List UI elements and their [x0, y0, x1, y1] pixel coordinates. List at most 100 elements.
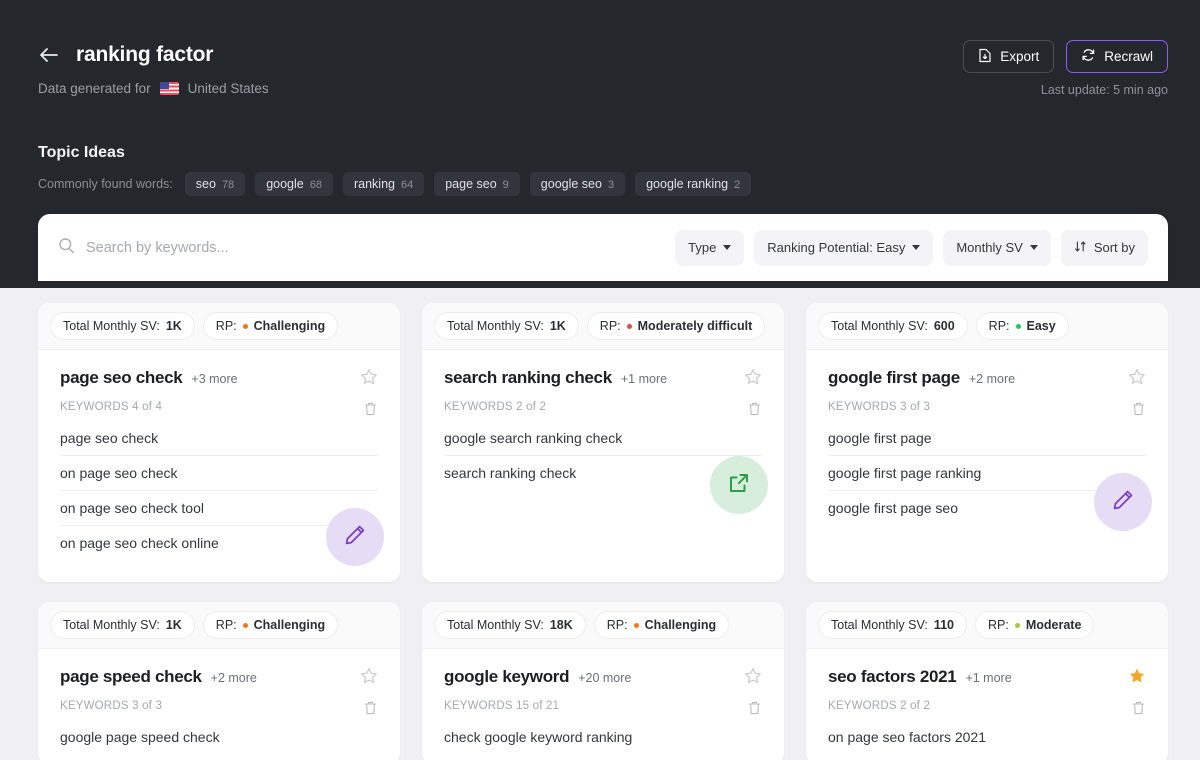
keyword-item[interactable]: on page seo check [60, 456, 378, 491]
topic-chip[interactable]: google seo3 [530, 172, 625, 196]
edit-card-button[interactable] [1094, 473, 1152, 531]
favorite-star-icon[interactable] [360, 667, 378, 690]
external-link-icon [727, 471, 751, 500]
delete-icon[interactable] [1131, 401, 1146, 422]
topic-chip[interactable]: google ranking2 [635, 172, 751, 196]
topic-chip[interactable]: page seo 9 [434, 172, 520, 196]
open-card-button[interactable] [710, 456, 768, 514]
keywords-count-row: KEYWORDS 2 of 2 [828, 700, 1146, 712]
card-title: google first page [828, 368, 960, 388]
delete-icon[interactable] [363, 700, 378, 721]
topic-chip-count: 9 [503, 173, 509, 197]
monthly-sv-value: 1K [166, 618, 182, 632]
card-header: Total Monthly SV:1KRP:Challenging [38, 602, 400, 649]
monthly-sv-value: 110 [934, 618, 954, 632]
topic-chip-count: 68 [310, 173, 322, 197]
keywords-count-row: KEYWORDS 3 of 3 [60, 700, 378, 712]
keyword-item[interactable]: google page speed check [60, 720, 378, 754]
ranking-potential-pill: RP:Challenging [204, 313, 337, 339]
arrow-left-icon[interactable] [38, 44, 60, 66]
filter-type[interactable]: Type [675, 230, 744, 266]
keyword-item[interactable]: on page seo factors 2021 [828, 720, 1146, 754]
monthly-sv-pill: Total Monthly SV: 110 [819, 612, 966, 638]
topic-chip-word: google seo [541, 172, 602, 196]
card-title: search ranking check [444, 368, 612, 388]
card-title-row: page speed check+2 more [60, 667, 378, 687]
export-button[interactable]: Export [963, 40, 1054, 73]
ranking-potential-pill: RP: Moderate [976, 612, 1093, 638]
topic-chip-word: page seo [445, 172, 496, 196]
search-filter-bar: Type Ranking Potential: Easy Monthly SV Sor… [38, 214, 1168, 281]
rp-value: Moderate [1026, 618, 1082, 632]
monthly-sv-value: 1K [550, 319, 566, 333]
delete-icon[interactable] [1131, 700, 1146, 721]
filter-label: Type [688, 240, 716, 255]
rp-status-dot [1016, 324, 1021, 329]
monthly-sv-label: Total Monthly SV: [63, 319, 160, 333]
filter-monthly-sv[interactable]: Monthly SV [943, 230, 1050, 266]
monthly-sv-value: 1K [166, 319, 182, 333]
edit-card-button[interactable] [326, 508, 384, 566]
card-more-count[interactable]: +1 more [965, 671, 1011, 685]
favorite-star-icon[interactable] [744, 667, 762, 690]
monthly-sv-label: Total Monthly SV: [831, 618, 928, 632]
rp-status-dot [243, 324, 248, 329]
rp-status-dot [1015, 623, 1020, 628]
favorite-star-icon[interactable] [1128, 368, 1146, 391]
rp-label: RP: [989, 319, 1010, 333]
rp-label: RP: [988, 618, 1009, 632]
keyword-item[interactable]: check google keyword ranking [444, 720, 762, 754]
keyword-item[interactable]: google first page [828, 421, 1146, 456]
monthly-sv-pill: Total Monthly SV: 18K [435, 612, 585, 638]
card-title-row: page seo check+3 more [60, 368, 378, 388]
card-more-count[interactable]: +2 more [211, 671, 257, 685]
card-more-count[interactable]: +3 more [191, 372, 237, 386]
keyword-card[interactable]: Total Monthly SV:110RP:Moderateseo facto… [806, 602, 1168, 760]
card-more-count[interactable]: +1 more [621, 372, 667, 386]
refresh-icon [1081, 48, 1096, 65]
keyword-card[interactable]: Total Monthly SV:1KRP:Moderately difficu… [422, 303, 784, 582]
keyword-item[interactable]: google search ranking check [444, 421, 762, 456]
favorite-star-icon[interactable] [1128, 667, 1146, 690]
pencil-icon [1111, 488, 1135, 517]
topic-chip-word: seo [196, 172, 216, 196]
keyword-card[interactable]: Total Monthly SV:600RP:Easygoogle first … [806, 303, 1168, 582]
topic-chip[interactable]: ranking64 [343, 172, 424, 196]
favorite-star-icon[interactable] [744, 368, 762, 391]
topic-chip[interactable]: google68 [255, 172, 333, 196]
card-body: search ranking check +1 more KEYWORDS 2 of… [422, 350, 784, 530]
export-label: Export [1000, 49, 1039, 64]
chevron-down-icon [723, 245, 731, 250]
search-input[interactable] [86, 240, 486, 256]
keywords-count-row: KEYWORDS 2 of 2 [444, 401, 762, 413]
data-generated-for: Data generated for United States [38, 81, 269, 96]
favorite-star-icon[interactable] [360, 368, 378, 391]
keywords-count: KEYWORDS 3 of 3 [60, 700, 162, 712]
monthly-sv-pill: Total Monthly SV:600 [819, 313, 967, 339]
pencil-icon [343, 523, 367, 552]
chevron-down-icon [1030, 245, 1038, 250]
subtitle-prefix: Data generated for [38, 81, 151, 96]
filter-ranking-potential-easy[interactable]: Ranking Potential: Easy [754, 230, 933, 266]
keyword-card[interactable]: Total Monthly SV:1KRP:Challenging page sp… [38, 602, 400, 760]
topic-ideas-title: Topic Ideas [38, 144, 125, 162]
filter-sort-by[interactable]: Sort by [1061, 230, 1148, 266]
delete-icon[interactable] [747, 700, 762, 721]
delete-icon[interactable] [747, 401, 762, 422]
recrawl-button[interactable]: Recrawl [1066, 40, 1168, 73]
keyword-item[interactable]: page seo check [60, 421, 378, 456]
monthly-sv-label: Total Monthly SV: [447, 618, 544, 632]
delete-icon[interactable] [363, 401, 378, 422]
keyword-card[interactable]: Total Monthly SV: 1K RP:Challenging page se… [38, 303, 400, 582]
keywords-count: KEYWORDS 2 of 2 [444, 401, 546, 413]
keyword-card[interactable]: Total Monthly SV:18KRP:Challenginggoogle… [422, 602, 784, 760]
keywords-count: KEYWORDS 4 of 4 [60, 401, 162, 413]
rp-label: RP: [216, 319, 237, 333]
keywords-count: KEYWORDS 3 of 3 [828, 401, 930, 413]
card-more-count[interactable]: +20 more [578, 671, 631, 685]
header-actions: Export Recrawl [963, 40, 1168, 73]
topic-chip[interactable]: seo78 [185, 172, 245, 196]
card-more-count[interactable]: +2 more [969, 372, 1015, 386]
monthly-sv-value: 18K [550, 618, 573, 632]
us-flag-icon [160, 82, 179, 95]
